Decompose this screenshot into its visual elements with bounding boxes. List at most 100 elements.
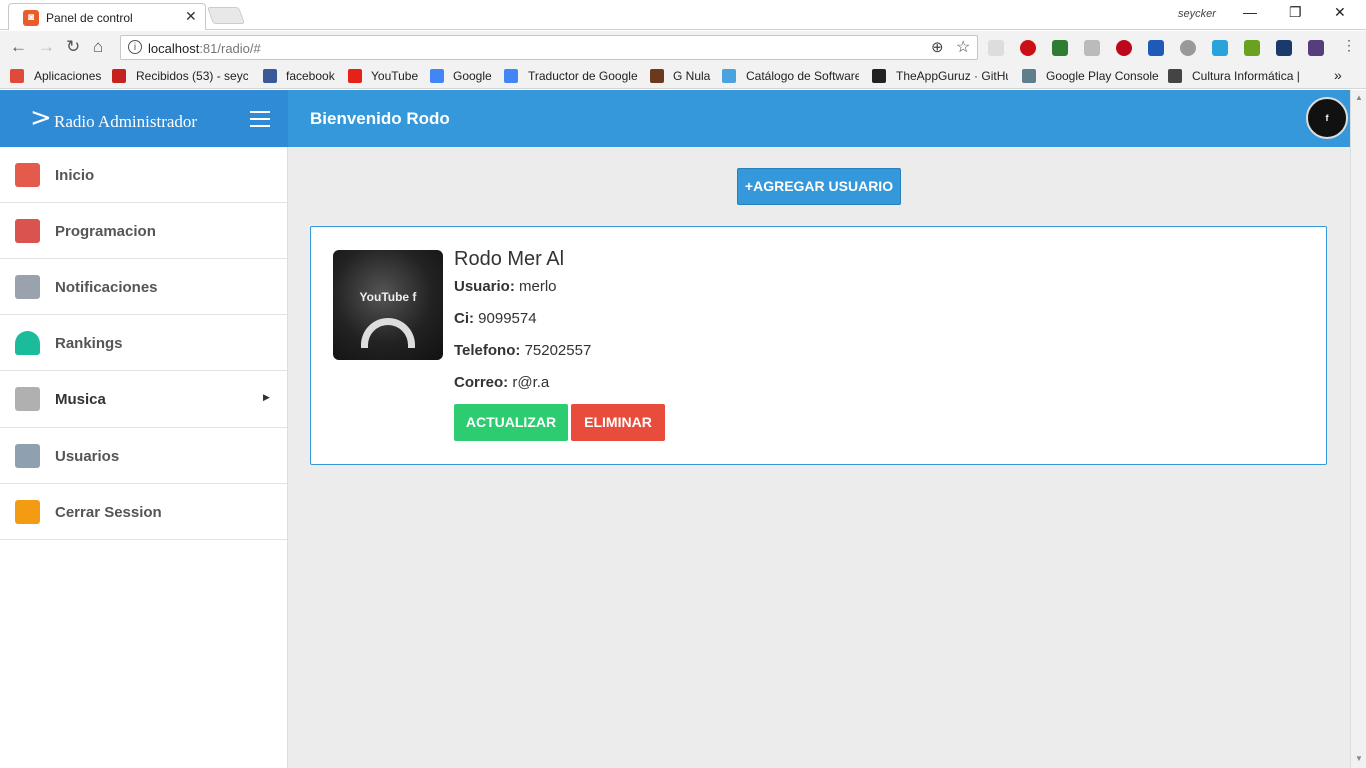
restore-button[interactable]: ❐	[1289, 4, 1302, 21]
page-scrollbar[interactable]: ▲ ▼	[1350, 90, 1366, 768]
field-label: Correo:	[454, 374, 509, 391]
menu-kebab-icon[interactable]: ⋮	[1342, 37, 1356, 54]
bookmark-github[interactable]: TheAppGuruz · GitHu	[896, 69, 1008, 83]
field-label: Telefono:	[454, 342, 521, 359]
scroll-up-icon[interactable]: ▲	[1355, 93, 1363, 102]
bookmark-ext-icon[interactable]	[1148, 40, 1164, 56]
bookmark-icon-6	[650, 69, 664, 83]
bookmark-google[interactable]: Google	[453, 69, 492, 83]
home-icon	[15, 163, 40, 187]
browser-toolbar: ← → ↻ ⌂ i localhost:81/radio/# ⊕ ☆ ⋮	[0, 31, 1366, 64]
opera-icon[interactable]	[1020, 40, 1036, 56]
gauge-icon	[15, 331, 40, 355]
analytics-icon[interactable]	[1276, 40, 1292, 56]
sidebar-item-label: Notificaciones	[55, 279, 158, 296]
bookmark-catalog[interactable]: Catálogo de Software	[746, 69, 859, 83]
field-value: 9099574	[478, 310, 537, 327]
bookmark-gmail[interactable]: Recibidos (53) - seyck	[136, 69, 248, 83]
download-arrow-icon[interactable]	[1244, 40, 1260, 56]
extension-puzzle-icon[interactable]	[988, 40, 1004, 56]
close-window-button[interactable]: ✕	[1334, 4, 1346, 21]
field-value: r@r.a	[512, 374, 550, 391]
extension-bag-icon[interactable]	[1084, 40, 1100, 56]
sidebar-item-usuarios[interactable]: Usuarios	[0, 428, 287, 484]
hamburger-menu-icon[interactable]	[250, 111, 270, 127]
sidebar-item-label: Programacion	[55, 223, 156, 240]
bookmark-icon-9	[1022, 69, 1036, 83]
bookmark-star-icon[interactable]: ☆	[956, 37, 970, 57]
bookmark-icon-5	[504, 69, 518, 83]
sidebar: Inicio Programacion Notificaciones Ranki…	[0, 147, 288, 768]
sidebar-item-notificaciones[interactable]: Notificaciones	[0, 259, 287, 315]
sidebar-item-musica[interactable]: Musica ▶	[0, 371, 287, 428]
top-navbar: Bienvenido Rodo f	[288, 90, 1350, 147]
add-user-button[interactable]: +AGREGAR USUARIO	[737, 168, 901, 205]
minimize-button[interactable]: —	[1243, 4, 1257, 20]
calendar-icon	[15, 219, 40, 243]
browser-tab[interactable]: ◙ Panel de control ✕	[8, 3, 206, 30]
sidebar-item-inicio[interactable]: Inicio	[0, 147, 287, 203]
user-field-usuario: Usuario: merlo	[454, 278, 557, 295]
brand-header: > Radio Administrador	[0, 90, 288, 147]
bookmark-icon-3	[348, 69, 362, 83]
bootstrap-icon[interactable]	[1308, 40, 1324, 56]
submenu-arrow-icon: ▶	[263, 392, 270, 402]
sidebar-item-rankings[interactable]: Rankings	[0, 315, 287, 371]
url-path: :81/radio/#	[199, 41, 261, 56]
zoom-icon[interactable]: ⊕	[931, 38, 944, 56]
bookmark-apps[interactable]: Aplicaciones	[34, 69, 101, 83]
user-field-telefono: Telefono: 75202557	[454, 342, 591, 359]
extension-counter-icon[interactable]	[1052, 40, 1068, 56]
bookmark-youtube[interactable]: YouTube	[371, 69, 418, 83]
main-content: +AGREGAR USUARIO YouTube f Rodo Mer Al U…	[288, 147, 1350, 768]
bookmark-gnula[interactable]: G Nula	[673, 69, 710, 83]
url-text[interactable]: localhost:81/radio/#	[148, 41, 261, 56]
home-icon[interactable]: ⌂	[93, 37, 103, 57]
url-host: localhost	[148, 41, 200, 56]
list-icon	[15, 387, 40, 411]
sidebar-item-label: Usuarios	[55, 448, 120, 465]
user-avatar[interactable]: f	[1306, 97, 1348, 139]
update-button[interactable]: ACTUALIZAR	[454, 404, 568, 441]
user-photo: YouTube f	[333, 250, 443, 360]
user-field-correo: Correo: r@r.a	[454, 374, 549, 391]
bookmarks-bar: Aplicaciones Recibidos (53) - seyck face…	[0, 64, 1366, 89]
bookmark-facebook[interactable]: facebook	[286, 69, 335, 83]
bookmark-cultura[interactable]: Cultura Informática |	[1192, 69, 1304, 83]
bookmark-translate[interactable]: Traductor de Google	[528, 69, 638, 83]
brand-title[interactable]: Radio Administrador	[54, 112, 197, 132]
new-tab-button[interactable]	[206, 7, 246, 24]
brand-chevron-icon: >	[30, 103, 52, 133]
extension-cube-icon[interactable]	[1180, 40, 1196, 56]
forward-icon[interactable]: →	[38, 37, 55, 57]
bookmark-icon-2	[263, 69, 277, 83]
sidebar-item-label: Inicio	[55, 167, 95, 184]
tab-close-icon[interactable]: ✕	[185, 8, 197, 25]
user-field-ci: Ci: 9099574	[454, 310, 537, 327]
tab-title: Panel de control	[46, 11, 133, 25]
tab-favicon-icon: ◙	[23, 10, 39, 26]
bookmark-play-console[interactable]: Google Play Console	[1046, 69, 1159, 83]
sidebar-item-label: Cerrar Session	[55, 504, 162, 521]
sidebar-item-cerrar-session[interactable]: Cerrar Session	[0, 484, 287, 540]
android-icon[interactable]	[1212, 40, 1228, 56]
sidebar-item-label: Rankings	[55, 335, 123, 352]
reload-icon[interactable]: ↻	[66, 37, 80, 57]
sidebar-item-programacion[interactable]: Programacion	[0, 203, 287, 259]
user-photo-caption: YouTube f	[359, 290, 417, 304]
bookmark-icon-10	[1168, 69, 1182, 83]
pinterest-icon[interactable]	[1116, 40, 1132, 56]
sidebar-item-label: Musica	[55, 391, 106, 408]
field-value: 75202557	[524, 342, 592, 359]
browser-titlebar: ◙ Panel de control ✕ seycker — ❐ ✕	[0, 0, 1366, 30]
profile-name[interactable]: seycker	[1178, 8, 1216, 20]
back-icon[interactable]: ←	[10, 37, 27, 57]
address-bar[interactable]: i localhost:81/radio/# ⊕ ☆	[120, 35, 978, 60]
user-card: YouTube f Rodo Mer Al Usuario: merlo Ci:…	[310, 226, 1327, 465]
bookmark-icon-4	[430, 69, 444, 83]
site-info-icon[interactable]: i	[128, 40, 142, 54]
delete-button[interactable]: ELIMINAR	[571, 404, 665, 441]
bookmarks-overflow-icon[interactable]: »	[1334, 67, 1342, 83]
scroll-down-icon[interactable]: ▼	[1355, 754, 1363, 763]
field-value: merlo	[519, 278, 557, 295]
